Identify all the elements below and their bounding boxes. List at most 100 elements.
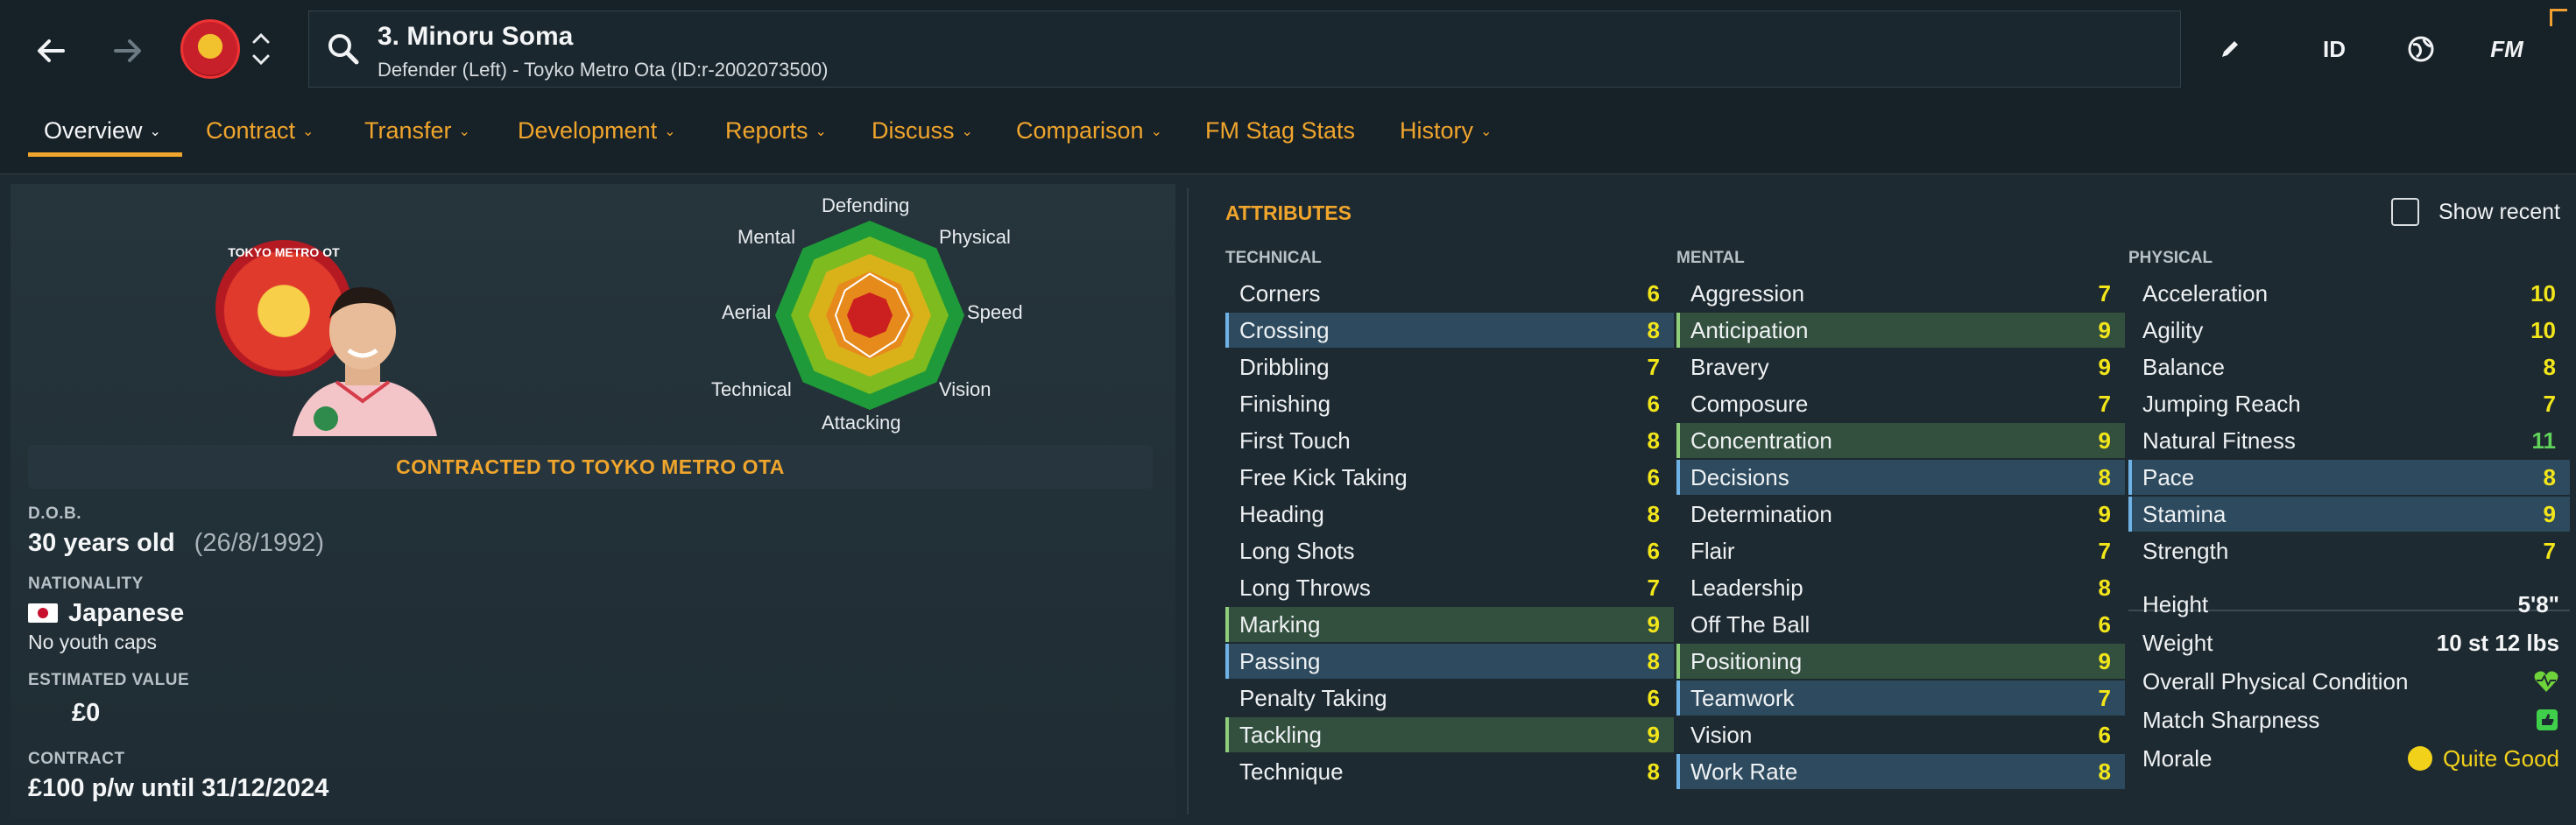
attribute-row[interactable]: Vision 6 <box>1676 717 2125 752</box>
attribute-value: 9 <box>2543 500 2556 527</box>
attribute-row[interactable]: Heading 8 <box>1225 497 1674 532</box>
attribute-row[interactable]: Anticipation 9 <box>1676 313 2125 348</box>
globe-button[interactable] <box>2402 30 2440 68</box>
chevron-down-icon: ⌄ <box>149 124 161 139</box>
tab-discuss[interactable]: Discuss ⌄ <box>872 117 973 145</box>
tab-label: Discuss <box>872 117 955 144</box>
chevron-down-icon: ⌄ <box>302 124 314 139</box>
attribute-row[interactable]: Composure 7 <box>1676 386 2125 421</box>
attribute-value: 8 <box>1647 427 1660 454</box>
attribute-row[interactable]: Long Throws 7 <box>1225 570 1674 605</box>
attribute-name: Composure <box>1690 390 1809 417</box>
tab-reports[interactable]: Reports ⌄ <box>725 117 827 145</box>
attribute-row[interactable]: Bravery 9 <box>1676 349 2125 384</box>
tab-contract[interactable]: Contract ⌄ <box>206 117 314 145</box>
attribute-name: Corners <box>1239 279 1321 307</box>
dob-label: D.O.B. <box>28 504 82 523</box>
forward-button[interactable] <box>103 26 152 75</box>
physical-condition-row[interactable]: Overall Physical Condition <box>2128 664 2570 699</box>
attribute-name: Acceleration <box>2142 279 2269 307</box>
show-recent-checkbox[interactable] <box>2391 198 2419 226</box>
attribute-row[interactable]: Finishing 6 <box>1225 386 1674 421</box>
attribute-row[interactable]: Natural Fitness 11 <box>2128 423 2570 458</box>
attribute-row[interactable]: Positioning 9 <box>1676 644 2125 679</box>
id-button[interactable]: ID <box>2312 30 2356 68</box>
attribute-row[interactable]: Agility 10 <box>2128 313 2570 348</box>
tab-bar: Overview ⌄ Contract ⌄ Transfer ⌄ Developmen… <box>0 96 2576 174</box>
nationality: Japanese <box>68 599 185 627</box>
fm-menu-button[interactable]: FM <box>2481 30 2533 68</box>
attribute-value: 7 <box>2098 279 2111 307</box>
attribute-name: Stamina <box>2142 500 2227 527</box>
player-switcher[interactable] <box>249 23 273 75</box>
attribute-row[interactable]: Pace 8 <box>2128 460 2570 495</box>
player-position-club: Defender (Left) - Toyko Metro Ota (ID:r-… <box>378 59 829 81</box>
tab-label: History <box>1400 117 1474 144</box>
edit-button[interactable] <box>2211 30 2249 68</box>
nationality-value[interactable]: Japanese <box>28 599 184 628</box>
corner-marker <box>2550 9 2567 26</box>
morale-row[interactable]: Morale Quite Good <box>2128 741 2570 776</box>
attribute-row[interactable]: Determination 9 <box>1676 497 2125 532</box>
attribute-name: Work Rate <box>1690 758 1798 785</box>
club-logo-text: TOKYO METRO OT <box>228 245 340 259</box>
attribute-row[interactable]: Penalty Taking 6 <box>1225 680 1674 716</box>
attribute-value: 9 <box>2098 500 2111 527</box>
back-button[interactable] <box>26 26 75 75</box>
tab-comparison[interactable]: Comparison ⌄ <box>1016 117 1162 145</box>
attribute-row[interactable]: Off The Ball 6 <box>1676 607 2125 642</box>
player-search-box[interactable]: 3. Minoru Soma Defender (Left) - Toyko M… <box>308 11 2181 88</box>
attribute-row[interactable]: Acceleration 10 <box>2128 276 2570 311</box>
attribute-value: 11 <box>2531 427 2557 454</box>
attributes-title: ATTRIBUTES <box>1225 201 1352 224</box>
radar-label-physical: Physical <box>939 226 1011 248</box>
attribute-row[interactable]: Passing 8 <box>1225 644 1674 679</box>
show-recent-label: Show recent <box>2438 199 2560 224</box>
attribute-row[interactable]: Dribbling 7 <box>1225 349 1674 384</box>
height-label: Height <box>2142 590 2209 617</box>
attribute-row[interactable]: Work Rate 8 <box>1676 754 2125 789</box>
attribute-row[interactable]: Stamina 9 <box>2128 497 2570 532</box>
attribute-name: Vision <box>1690 721 1753 748</box>
estimated-value: £0 <box>72 699 101 727</box>
radar-label-attacking: Attacking <box>822 412 901 434</box>
attribute-value: 9 <box>2098 353 2111 380</box>
attribute-row[interactable]: Concentration 9 <box>1676 423 2125 458</box>
attribute-row[interactable]: Strength 7 <box>2128 533 2570 568</box>
attribute-value: 6 <box>1647 537 1660 564</box>
attribute-value: 7 <box>2098 537 2111 564</box>
attribute-row[interactable]: Flair 7 <box>1676 533 2125 568</box>
attribute-row[interactable]: Marking 9 <box>1225 607 1674 642</box>
radar-label-vision: Vision <box>939 378 992 400</box>
age: 30 years old <box>28 529 175 557</box>
tab-label: Overview <box>44 117 143 144</box>
attribute-row[interactable]: First Touch 8 <box>1225 423 1674 458</box>
attribute-value: 7 <box>1647 574 1660 601</box>
attribute-row[interactable]: Teamwork 7 <box>1676 680 2125 716</box>
tab-label: Contract <box>206 117 296 144</box>
tab-transfer[interactable]: Transfer ⌄ <box>364 117 470 145</box>
radar-ring <box>847 293 893 338</box>
show-recent-toggle[interactable]: Show recent <box>2391 198 2560 226</box>
club-badge[interactable] <box>180 19 240 79</box>
attribute-row[interactable]: Decisions 8 <box>1676 460 2125 495</box>
tab-overview[interactable]: Overview ⌄ <box>44 117 161 145</box>
chevron-down-icon: ⌄ <box>1480 124 1493 139</box>
attribute-row[interactable]: Tackling 9 <box>1225 717 1674 752</box>
attribute-name: Balance <box>2142 353 2225 380</box>
attribute-name: Marking <box>1239 610 1321 638</box>
tab-fm-stag-stats[interactable]: FM Stag Stats <box>1205 117 1355 145</box>
match-sharpness-row[interactable]: Match Sharpness <box>2128 702 2570 737</box>
attribute-row[interactable]: Free Kick Taking 6 <box>1225 460 1674 495</box>
tab-history[interactable]: History ⌄ <box>1400 117 1492 145</box>
attribute-row[interactable]: Balance 8 <box>2128 349 2570 384</box>
attribute-row[interactable]: Corners 6 <box>1225 276 1674 311</box>
attribute-row[interactable]: Technique 8 <box>1225 754 1674 789</box>
attribute-value: 6 <box>2098 610 2111 638</box>
attribute-row[interactable]: Long Shots 6 <box>1225 533 1674 568</box>
attribute-row[interactable]: Jumping Reach 7 <box>2128 386 2570 421</box>
attribute-row[interactable]: Leadership 8 <box>1676 570 2125 605</box>
attribute-row[interactable]: Aggression 7 <box>1676 276 2125 311</box>
tab-development[interactable]: Development ⌄ <box>518 117 676 145</box>
attribute-row[interactable]: Crossing 8 <box>1225 313 1674 348</box>
